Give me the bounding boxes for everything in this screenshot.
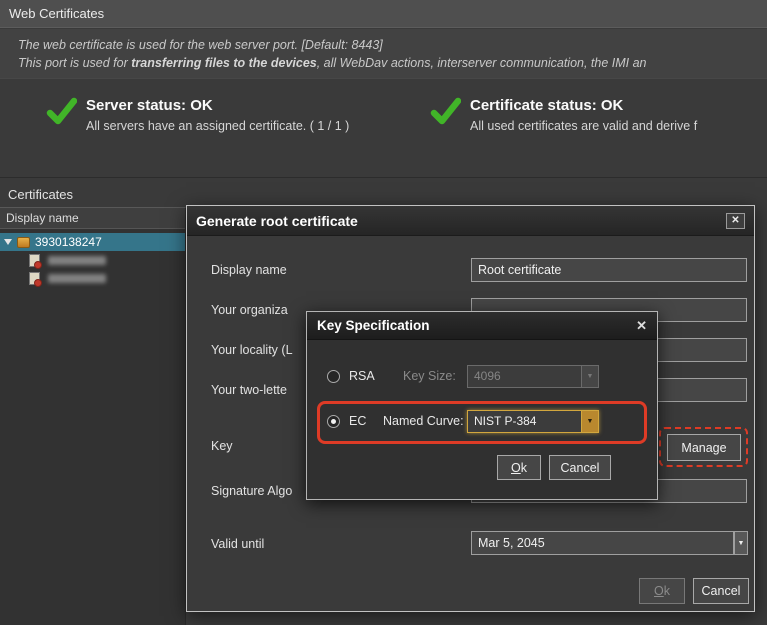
chevron-down-icon: ▼ — [581, 411, 598, 432]
close-icon[interactable]: ✕ — [636, 318, 647, 334]
section-divider — [0, 177, 767, 178]
tree-item-child-2[interactable] — [0, 269, 185, 287]
page-title: Web Certificates — [9, 6, 104, 21]
dialog-title-bar: Generate root certificate ✕ — [187, 206, 754, 236]
close-icon[interactable]: ✕ — [726, 213, 745, 229]
certificate-status-title: Certificate status: OK — [470, 97, 697, 114]
key-dialog-ok-button[interactable]: Ok — [497, 455, 541, 480]
certificate-icon — [29, 254, 40, 267]
certificates-panel: Display name 3930138247 — [0, 207, 186, 625]
signature-algorithm-label: Signature Algo — [211, 484, 292, 498]
named-curve-label: Named Curve: — [383, 414, 464, 428]
app-window: Web Certificates The web certificate is … — [0, 0, 767, 625]
key-label: Key — [211, 439, 233, 453]
column-header-display-name[interactable]: Display name — [0, 208, 185, 229]
dialog-title: Generate root certificate — [196, 213, 358, 229]
window-title-bar: Web Certificates — [0, 0, 767, 28]
display-name-input[interactable] — [471, 258, 747, 282]
redacted-label — [48, 274, 106, 283]
key-dialog-title: Key Specification — [317, 318, 430, 333]
tree-item-root[interactable]: 3930138247 — [0, 233, 185, 251]
locality-label: Your locality (L — [211, 343, 293, 357]
valid-until-input[interactable] — [471, 531, 734, 555]
valid-until-dropdown-button[interactable]: ▼ — [734, 531, 748, 555]
certificate-status: Certificate status: OK All used certific… — [430, 97, 697, 133]
organization-label: Your organiza — [211, 303, 288, 317]
info-line-1: The web certificate is used for the web … — [18, 36, 767, 54]
key-dialog-title-bar: Key Specification ✕ — [307, 312, 657, 340]
manage-button[interactable]: Manage — [667, 434, 741, 461]
ec-radio[interactable] — [327, 415, 340, 428]
country-label: Your two-lette — [211, 383, 287, 397]
ok-button[interactable]: Ok — [639, 578, 685, 604]
key-size-value: 4096 — [468, 366, 581, 387]
server-status-title: Server status: OK — [86, 97, 349, 114]
tree-item-root-label: 3930138247 — [35, 235, 102, 249]
certificate-root-icon — [17, 237, 30, 248]
key-dialog-cancel-button[interactable]: Cancel — [549, 455, 611, 480]
info-line-2: This port is used for transferring files… — [18, 54, 767, 72]
green-check-icon — [430, 97, 461, 126]
rsa-label: RSA — [349, 369, 375, 383]
info-text-block: The web certificate is used for the web … — [0, 29, 767, 79]
key-size-dropdown[interactable]: 4096 ▼ — [467, 365, 599, 388]
rsa-radio[interactable] — [327, 370, 340, 383]
display-name-label: Display name — [211, 263, 287, 277]
certificate-icon — [29, 272, 40, 285]
certificates-panel-title: Certificates — [8, 187, 73, 202]
expander-down-icon[interactable] — [4, 239, 12, 245]
key-size-label: Key Size: — [403, 369, 456, 383]
named-curve-value: NIST P-384 — [468, 411, 581, 432]
named-curve-dropdown[interactable]: NIST P-384 ▼ — [467, 410, 599, 433]
valid-until-label: Valid until — [211, 537, 264, 551]
redacted-label — [48, 256, 106, 265]
server-status-subtitle: All servers have an assigned certificate… — [86, 119, 349, 133]
cancel-button[interactable]: Cancel — [693, 578, 749, 604]
chevron-down-icon: ▼ — [581, 366, 598, 387]
key-specification-dialog: Key Specification ✕ RSA Key Size: 4096 ▼… — [306, 311, 658, 500]
tree-item-child-1[interactable] — [0, 251, 185, 269]
ec-label: EC — [349, 414, 366, 428]
green-check-icon — [46, 97, 77, 126]
certificate-status-subtitle: All used certificates are valid and deri… — [470, 119, 697, 133]
server-status: Server status: OK All servers have an as… — [46, 97, 349, 133]
